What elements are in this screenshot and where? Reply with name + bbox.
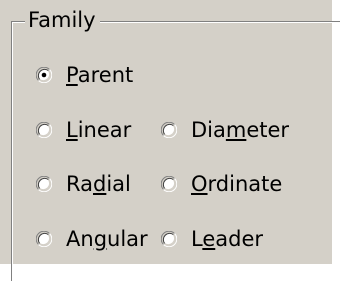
radio-parent-circle[interactable] [36, 67, 52, 83]
radio-ordinate[interactable]: Ordinate [161, 170, 282, 198]
dialog-panel: Family Parent Linear Diameter Radial Ord… [0, 0, 340, 281]
radio-angular-label[interactable]: Angular [66, 225, 148, 253]
radio-ordinate-label[interactable]: Ordinate [191, 170, 282, 198]
radio-diameter[interactable]: Diameter [161, 116, 289, 144]
radio-angular-circle[interactable] [36, 231, 52, 247]
radio-radial-circle[interactable] [36, 176, 52, 192]
radio-leader-circle[interactable] [161, 231, 177, 247]
radio-linear-circle[interactable] [36, 122, 52, 138]
radio-leader-label[interactable]: Leader [191, 225, 263, 253]
radio-parent-label[interactable]: Parent [66, 61, 133, 89]
radio-diameter-label[interactable]: Diameter [191, 116, 289, 144]
radio-angular[interactable]: Angular [36, 225, 148, 253]
radio-selected-dot [41, 72, 47, 78]
radio-radial-label[interactable]: Radial [66, 170, 131, 198]
family-group-title: Family [25, 6, 100, 34]
radio-ordinate-circle[interactable] [161, 176, 177, 192]
radio-parent[interactable]: Parent [36, 61, 133, 89]
radio-linear-label[interactable]: Linear [66, 116, 131, 144]
radio-leader[interactable]: Leader [161, 225, 263, 253]
radio-diameter-circle[interactable] [161, 122, 177, 138]
radio-radial[interactable]: Radial [36, 170, 131, 198]
radio-linear[interactable]: Linear [36, 116, 131, 144]
